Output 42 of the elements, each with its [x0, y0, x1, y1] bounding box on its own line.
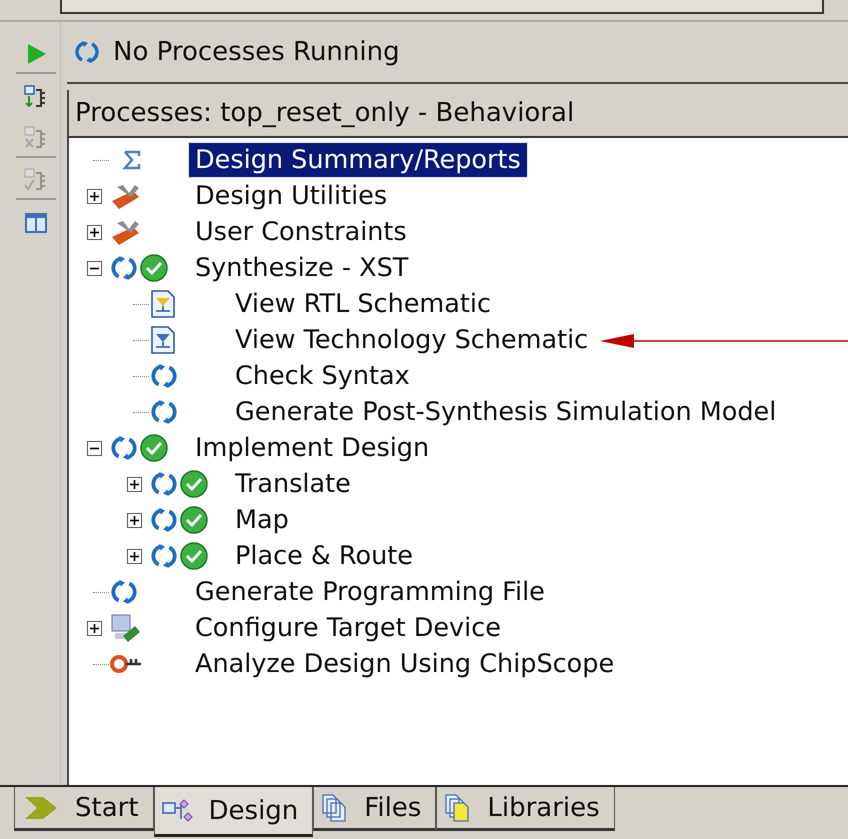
process-item[interactable]: Map [229, 503, 295, 537]
hierarchy-icon [160, 796, 195, 824]
process-item[interactable]: Design Utilities [189, 179, 394, 213]
process-item[interactable]: Generate Post-Synthesis Simulation Model [229, 395, 782, 429]
process-item[interactable]: View Technology Schematic [229, 323, 594, 357]
schematic-icon [149, 289, 177, 319]
check-icon [179, 469, 209, 499]
panel-tab[interactable]: Design [154, 787, 314, 837]
expander-toggle[interactable] [87, 260, 102, 276]
process-item[interactable]: View RTL Schematic [229, 287, 497, 321]
sigma-icon [121, 149, 143, 171]
panel-header: Processes: top_reset_only - Behavioral [69, 90, 848, 138]
expander-toggle[interactable] [87, 440, 102, 456]
status-text: No Processes Running [113, 37, 400, 67]
expander-toggle[interactable] [87, 620, 102, 636]
process-item[interactable]: Check Syntax [229, 359, 416, 393]
schematic-icon [149, 325, 177, 355]
process-item[interactable]: Generate Programming File [189, 575, 551, 609]
expander-toggle[interactable] [87, 188, 102, 204]
refresh-icon [73, 38, 101, 66]
panes-icon [23, 210, 49, 236]
process-item[interactable]: Translate [229, 467, 357, 501]
expander-toggle[interactable] [87, 224, 102, 240]
process-item[interactable]: Place & Route [229, 539, 419, 573]
check-icon [179, 541, 209, 571]
process-item[interactable]: Synthesize - XST [189, 251, 414, 285]
expander-toggle[interactable] [127, 512, 142, 528]
check-icon [139, 433, 169, 463]
process-item[interactable]: Analyze Design Using ChipScope [189, 647, 620, 681]
process-item[interactable]: Configure Target Device [189, 611, 507, 645]
chipscope-icon [109, 653, 143, 675]
process-item[interactable]: Implement Design [189, 431, 436, 465]
panel-tab[interactable]: Files [313, 787, 436, 831]
expander-toggle[interactable] [127, 548, 142, 564]
panel-tab[interactable]: Start [14, 787, 154, 831]
process-item[interactable]: Design Summary/Reports [189, 143, 527, 177]
process-item[interactable]: User Constraints [189, 215, 413, 249]
check-icon [179, 505, 209, 535]
device-icon [109, 612, 141, 644]
expander-toggle[interactable] [127, 476, 142, 492]
panel-tab[interactable]: Libraries [436, 787, 615, 831]
check-icon [139, 253, 169, 283]
